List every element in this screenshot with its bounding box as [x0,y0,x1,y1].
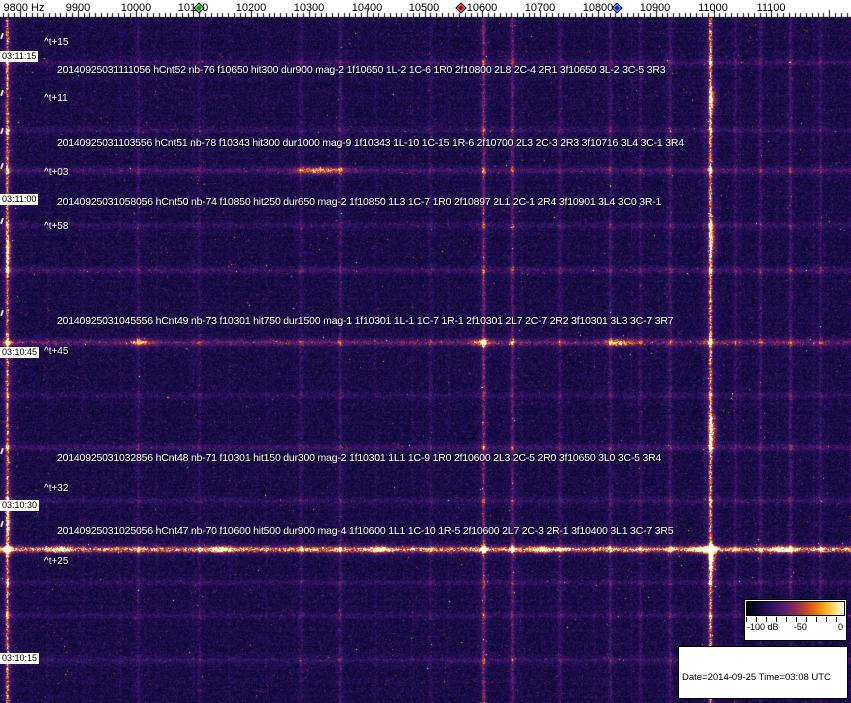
detection-record: 20140925031025056 hCnt47 nb-70 f10600 hi… [57,525,674,537]
info-date-line: Date=2014-09-25 Time=03:08 UTC [682,672,831,683]
frequency-marker-diamond[interactable] [455,2,467,14]
color-scale-labels: -100 dB -50 0 [746,622,845,634]
color-scale-legend: -100 dB -50 0 [744,599,847,641]
detection-text-layer: 20140925031111056 hCnt52 nb-76 f10650 hi… [0,0,851,703]
detection-record: 20140925031032856 hCnt48 nb-71 f10301 hi… [57,452,662,464]
detection-record: 20140925031111056 hCnt52 nb-76 f10650 hi… [57,64,666,76]
color-scale-max-label: 0 [837,622,843,632]
detection-record: 20140925031045556 hCnt49 nb-73 f10301 hi… [57,315,674,327]
frequency-marker-diamond[interactable] [193,2,205,14]
detection-record: 20140925031103556 hCnt51 nb-78 f10343 hi… [57,137,684,149]
detection-record: 20140925031058056 hCnt50 nb-74 f10850 hi… [57,196,662,208]
info-box: Date=2014-09-25 Time=03:08 UTC Freq=143 … [678,646,848,699]
frequency-marker-diamond[interactable] [611,2,623,14]
frequency-marker-layer [0,0,851,18]
color-scale-gradient [746,601,845,616]
color-scale-min-label: -100 dB [747,622,779,632]
spectrogram-screen: 9800 Hz 9900 10000 10100 10200 10300 104… [0,0,851,703]
color-scale-mid-label: -50 [793,622,807,632]
